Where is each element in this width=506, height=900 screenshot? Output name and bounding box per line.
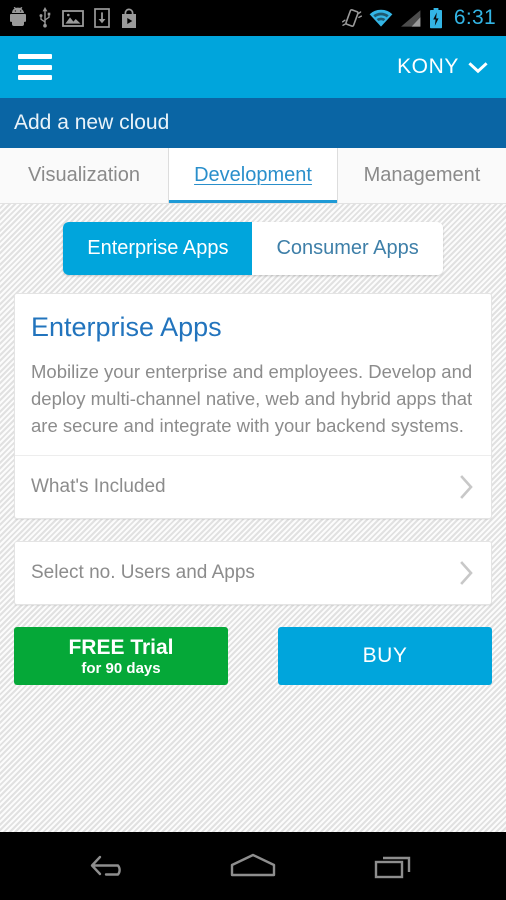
status-bar: 6:31: [0, 0, 506, 36]
recent-apps-icon: [374, 856, 411, 879]
chevron-down-icon: [468, 61, 488, 73]
wifi-icon: [369, 9, 393, 27]
android-debug-icon: [10, 7, 26, 26]
account-menu-button[interactable]: KONY: [397, 55, 488, 79]
app-bar: KONY: [0, 36, 506, 98]
sub-header-bar: Add a new cloud: [0, 98, 506, 148]
tab-development[interactable]: Development: [168, 148, 338, 203]
chevron-right-icon: [460, 475, 473, 500]
cellular-signal-icon: [400, 9, 421, 27]
free-trial-button[interactable]: FREE Trial for 90 days: [14, 627, 228, 686]
whats-included-row[interactable]: What's Included: [15, 455, 491, 518]
tab-management[interactable]: Management: [338, 148, 506, 203]
status-bar-left-icons: [8, 7, 138, 29]
main-content: Enterprise Apps Consumer Apps Enterprise…: [0, 204, 506, 832]
tab-bar: Visualization Development Management: [0, 148, 506, 204]
select-users-apps-card[interactable]: Select no. Users and Apps: [14, 541, 492, 606]
card-title: Enterprise Apps: [31, 312, 222, 342]
chevron-right-icon: [460, 561, 473, 586]
select-users-apps-label: Select no. Users and Apps: [31, 562, 255, 584]
nav-home-button[interactable]: [218, 841, 288, 891]
nav-back-button[interactable]: [76, 841, 146, 891]
segmented-control-wrapper: Enterprise Apps Consumer Apps: [14, 222, 492, 275]
free-trial-line2: for 90 days: [81, 659, 161, 677]
card-description: Mobilize your enterprise and employees. …: [31, 361, 473, 436]
play-store-icon: [122, 8, 136, 28]
status-bar-clock: 6:31: [453, 6, 496, 29]
enterprise-apps-card-body: Enterprise Apps Mobilize your enterprise…: [15, 294, 491, 455]
action-buttons-row: FREE Trial for 90 days BUY: [14, 627, 492, 686]
account-name-label: KONY: [397, 55, 459, 78]
whats-included-label: What's Included: [31, 476, 166, 498]
page-title: Add a new cloud: [14, 111, 170, 134]
vibrate-icon: [341, 9, 362, 27]
android-device-screen: 6:31 KONY Add a new cloud Visualization …: [0, 0, 506, 900]
segment-consumer-apps[interactable]: Consumer Apps: [252, 222, 443, 275]
back-arrow-icon: [90, 855, 121, 876]
free-trial-line1: FREE Trial: [68, 635, 174, 659]
android-navigation-bar: [0, 832, 506, 900]
buy-button[interactable]: BUY: [278, 627, 492, 686]
status-bar-right-icons: 6:31: [341, 6, 496, 30]
screenshot-image-icon: [62, 10, 84, 27]
usb-icon: [39, 7, 51, 28]
tab-visualization[interactable]: Visualization: [0, 148, 168, 203]
download-icon: [94, 8, 110, 28]
segment-enterprise-apps[interactable]: Enterprise Apps: [63, 222, 253, 275]
nav-recents-button[interactable]: [360, 841, 430, 891]
battery-charging-icon: [429, 7, 442, 28]
hamburger-menu-icon[interactable]: [18, 54, 52, 80]
select-users-apps-row[interactable]: Select no. Users and Apps: [15, 542, 491, 604]
enterprise-apps-card: Enterprise Apps Mobilize your enterprise…: [14, 293, 492, 520]
home-icon: [230, 853, 276, 877]
app-type-segmented-control: Enterprise Apps Consumer Apps: [63, 222, 443, 275]
